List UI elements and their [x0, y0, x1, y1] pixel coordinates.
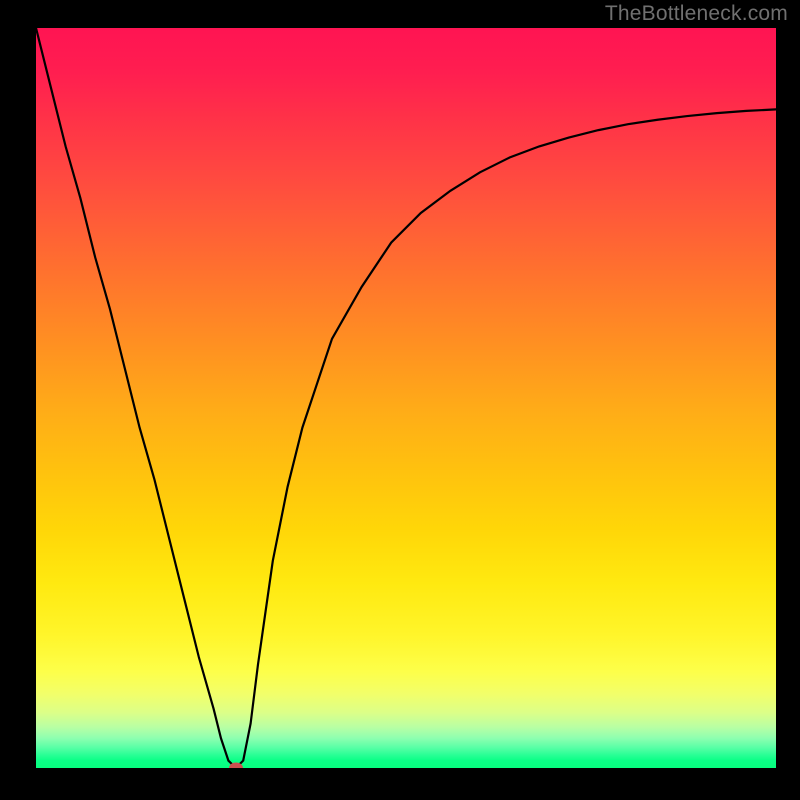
plot-area [36, 28, 776, 768]
bottleneck-curve [36, 28, 776, 768]
minimum-marker-dot [229, 763, 243, 769]
chart-frame: TheBottleneck.com [0, 0, 800, 800]
watermark-text: TheBottleneck.com [605, 2, 788, 26]
